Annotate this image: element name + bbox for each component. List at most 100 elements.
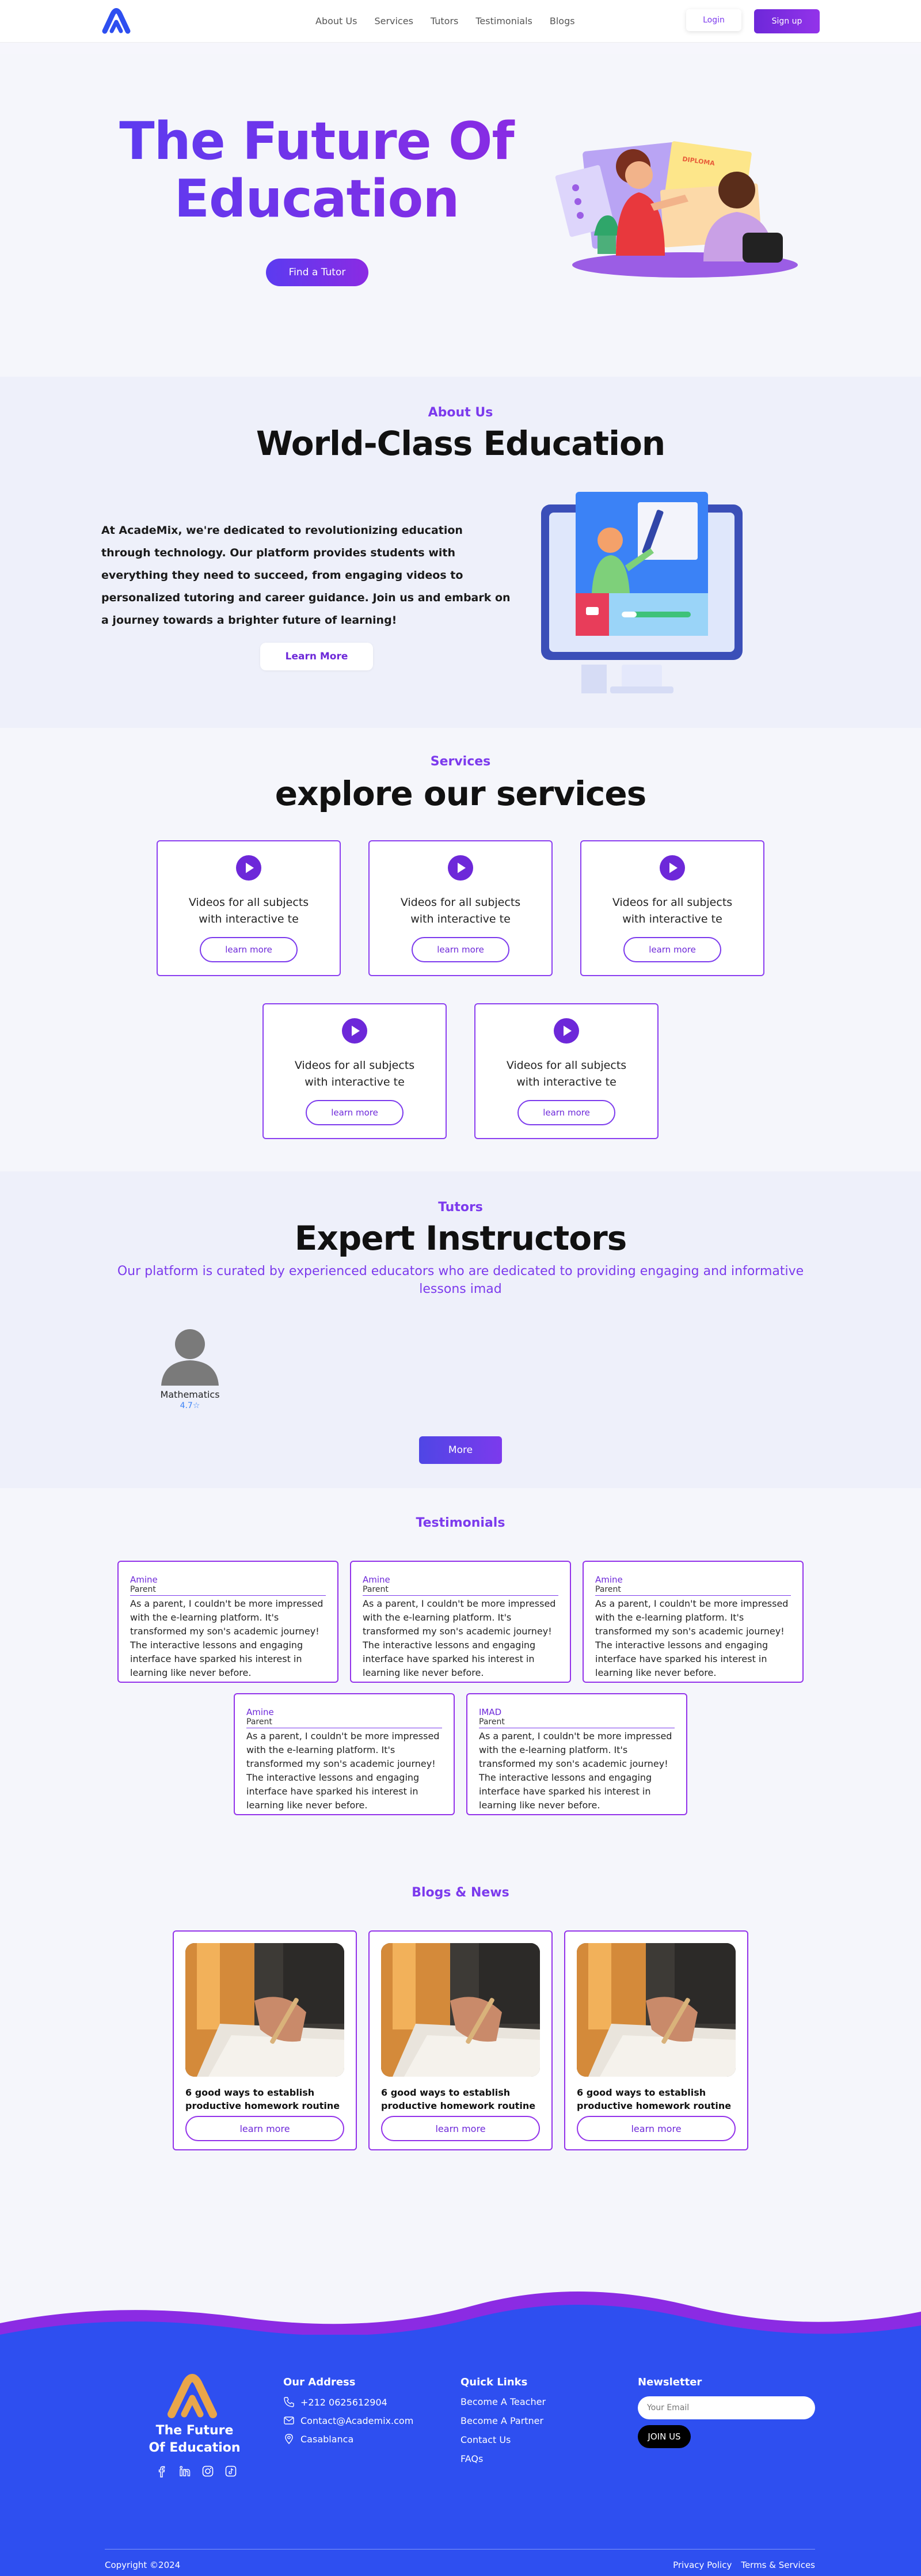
find-tutor-button[interactable]: Find a Tutor <box>266 259 368 286</box>
email-address: Contact@Academix.com <box>300 2415 414 2426</box>
footer-quick-links-column: Quick Links Become A Teacher Become A Pa… <box>461 2376 546 2472</box>
play-icon <box>660 855 685 881</box>
service-description: Videos for all subjects with interactive… <box>612 896 733 925</box>
testimonial-name: IMAD <box>479 1707 502 1717</box>
become-teacher-link[interactable]: Become A Teacher <box>461 2396 546 2407</box>
testimonial-card: Amine Parent As a parent, I couldn't be … <box>234 1693 455 1815</box>
services-section: Services explore our services Videos for… <box>0 728 921 1171</box>
play-icon <box>342 1018 367 1044</box>
blog-card: 6 good ways to establish productive home… <box>368 1930 553 2150</box>
mail-icon <box>284 2416 294 2425</box>
tutors-title: Expert Instructors <box>294 1219 627 1258</box>
testimonial-card: Amine Parent As a parent, I couldn't be … <box>350 1561 571 1683</box>
blog-title: 6 good ways to establish productive home… <box>185 2087 340 2111</box>
address-heading: Our Address <box>283 2376 356 2388</box>
testimonial-role: Parent <box>595 1585 791 1596</box>
testimonial-role: Parent <box>479 1717 675 1728</box>
service-learn-more-button[interactable]: learn more <box>200 937 298 962</box>
testimonial-quote: As a parent, I couldn't be more impresse… <box>595 1598 789 1678</box>
footer-logo-icon[interactable] <box>166 2373 219 2420</box>
service-learn-more-button[interactable]: learn more <box>412 937 509 962</box>
testimonial-role: Parent <box>246 1717 442 1728</box>
location-icon <box>285 2434 293 2445</box>
hero-title: The Future Of Education <box>104 113 530 228</box>
newsletter-email-input[interactable] <box>638 2396 815 2419</box>
facebook-icon[interactable] <box>155 2465 168 2478</box>
auth-buttons: Login Sign up <box>686 9 820 33</box>
testimonial-name: Amine <box>130 1575 158 1585</box>
testimonial-name: Amine <box>363 1575 390 1585</box>
privacy-policy-link[interactable]: Privacy Policy <box>673 2560 732 2570</box>
testimonial-card: Amine Parent As a parent, I couldn't be … <box>117 1561 338 1683</box>
blog-photo-writing-image[interactable] <box>381 1943 540 2077</box>
linkedin-icon[interactable] <box>178 2465 191 2478</box>
copyright-text: Copyright ©2024 <box>105 2560 181 2570</box>
login-button[interactable]: Login <box>686 9 741 31</box>
blog-card: 6 good ways to establish productive home… <box>173 1930 357 2150</box>
social-links <box>155 2465 237 2478</box>
nav-link-blogs[interactable]: Blogs <box>550 16 575 26</box>
nav-link-tutors[interactable]: Tutors <box>431 16 458 26</box>
become-partner-link[interactable]: Become A Partner <box>461 2415 546 2426</box>
nav-links: About Us Services Tutors Testimonials Bl… <box>315 16 575 26</box>
service-learn-more-button[interactable]: learn more <box>306 1100 404 1125</box>
tutor-rating: 4.7☆ <box>180 1401 200 1410</box>
instagram-icon[interactable] <box>201 2465 214 2478</box>
contact-us-link[interactable]: Contact Us <box>461 2434 546 2445</box>
blog-photo-writing-image[interactable] <box>577 1943 736 2077</box>
blogs-section: Blogs & News 6 good ways to establish pr… <box>0 1857 921 2277</box>
nav-link-about-us[interactable]: About Us <box>315 16 357 26</box>
service-learn-more-button[interactable]: learn more <box>623 937 721 962</box>
academix-logo-icon[interactable] <box>101 7 131 35</box>
blog-card: 6 good ways to establish productive home… <box>564 1930 748 2150</box>
about-description: At AcadeMix, we're dedicated to revoluti… <box>101 524 511 627</box>
tiktok-icon[interactable] <box>224 2465 237 2478</box>
phone-number: +212 0625612904 <box>300 2396 387 2408</box>
about-section: About Us World-Class Education At AcadeM… <box>0 377 921 728</box>
learn-more-button[interactable]: Learn More <box>260 643 373 670</box>
play-icon <box>554 1018 579 1044</box>
footer-newsletter-column: Newsletter JOIN US <box>638 2376 815 2448</box>
testimonial-quote: As a parent, I couldn't be more impresse… <box>479 1731 672 1811</box>
testimonial-quote: As a parent, I couldn't be more impresse… <box>363 1598 556 1678</box>
blog-photo-writing-image[interactable] <box>185 1943 344 2077</box>
terms-services-link[interactable]: Terms & Services <box>741 2560 815 2570</box>
join-us-button[interactable]: JOIN US <box>638 2425 691 2448</box>
nav-link-services[interactable]: Services <box>374 16 413 26</box>
service-learn-more-button[interactable]: learn more <box>517 1100 615 1125</box>
phone-icon <box>284 2397 294 2407</box>
footer-location: Casablanca <box>283 2433 413 2445</box>
tutors-eyebrow: Tutors <box>438 1200 483 1215</box>
service-card: Videos for all subjects with interactive… <box>368 840 553 976</box>
site-footer: The Future Of Education Our Address +212… <box>0 2277 921 2576</box>
services-title: explore our services <box>275 774 646 813</box>
footer-email[interactable]: Contact@Academix.com <box>283 2415 413 2426</box>
blog-learn-more-button[interactable]: learn more <box>577 2116 736 2141</box>
legal-links: Privacy Policy Terms & Services <box>673 2560 815 2570</box>
blog-learn-more-button[interactable]: learn more <box>185 2116 344 2141</box>
service-description: Videos for all subjects with interactive… <box>400 896 521 925</box>
blog-learn-more-button[interactable]: learn more <box>381 2116 540 2141</box>
testimonials-eyebrow: Testimonials <box>416 1516 505 1530</box>
service-description: Videos for all subjects with interactive… <box>506 1059 627 1088</box>
tutor-card[interactable]: Mathematics 4.7☆ <box>155 1322 224 1410</box>
about-eyebrow: About Us <box>428 405 493 420</box>
testimonial-card: Amine Parent As a parent, I couldn't be … <box>583 1561 804 1683</box>
nav-link-testimonials[interactable]: Testimonials <box>475 16 532 26</box>
footer-phone[interactable]: +212 0625612904 <box>283 2396 413 2408</box>
more-tutors-button[interactable]: More <box>419 1436 502 1464</box>
testimonial-role: Parent <box>363 1585 558 1596</box>
testimonial-quote: As a parent, I couldn't be more impresse… <box>246 1731 440 1811</box>
service-card: Videos for all subjects with interactive… <box>474 1003 659 1139</box>
hero-tutoring-illustration: DIPLOMA <box>555 141 798 278</box>
city-name: Casablanca <box>300 2433 354 2445</box>
tutors-subtitle: Our platform is curated by experienced e… <box>117 1264 804 1296</box>
about-title: World-Class Education <box>256 424 665 463</box>
testimonial-quote: As a parent, I couldn't be more impresse… <box>130 1598 324 1678</box>
about-monitor-illustration <box>541 492 743 693</box>
faqs-link[interactable]: FAQs <box>461 2453 546 2464</box>
tutor-subject: Mathematics <box>160 1389 220 1400</box>
signup-button[interactable]: Sign up <box>754 9 820 33</box>
testimonial-role: Parent <box>130 1585 326 1596</box>
play-icon <box>448 855 473 881</box>
